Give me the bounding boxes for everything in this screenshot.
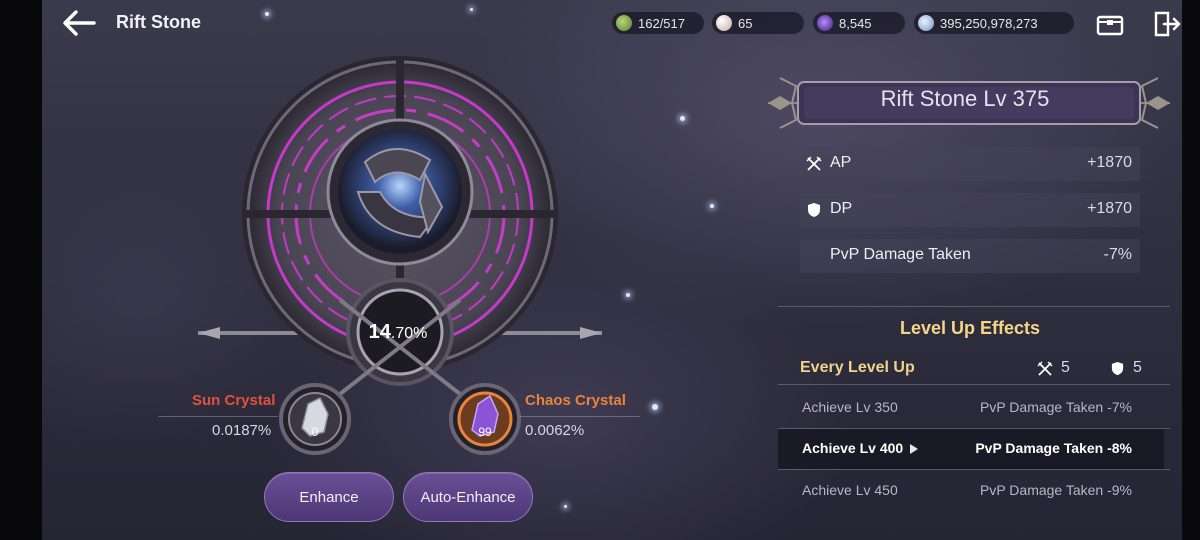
exit-button[interactable] [1150, 8, 1182, 40]
game-screen: Rift Stone 162/517 65 8,545 395,250,978,… [0, 0, 1200, 540]
exit-door-icon [1154, 11, 1181, 37]
row-divider [778, 469, 1170, 470]
chaos-crystal-name: Chaos Crystal [525, 392, 626, 409]
milestone-row[interactable]: Achieve Lv 350 PvP Damage Taken -7% [778, 388, 1164, 428]
stat-row-pvp-damage-taken: PvP Damage Taken -7% [800, 239, 1140, 273]
crystal-divider-left [158, 416, 278, 417]
stat-row-ap: AP +1870 [800, 147, 1140, 181]
shield-icon [808, 203, 820, 217]
section-divider [778, 306, 1170, 307]
screen-edge-left [0, 0, 42, 540]
stat-label-ap: AP [830, 154, 852, 171]
crystal-divider-right [520, 416, 640, 417]
every-level-up-label: Every Level Up [800, 359, 915, 376]
shield-icon [1111, 361, 1124, 376]
resource-energy-value: 162/517 [638, 15, 685, 31]
sun-crystal-name: Sun Crystal [192, 392, 276, 409]
stat-label-pvp: PvP Damage Taken [830, 246, 971, 263]
milestone-effect: PvP Damage Taken -9% [979, 482, 1132, 498]
stat-value-ap: +1870 [1087, 154, 1132, 171]
resource-dark-orbs: 8,545 [813, 12, 905, 34]
resource-dark-orbs-value: 8,545 [839, 15, 872, 31]
auto-enhance-button[interactable]: Auto-Enhance [403, 472, 533, 522]
resource-energy: 162/517 [612, 12, 704, 34]
every-level-ap: 5 [1061, 359, 1070, 376]
milestone-level: Achieve Lv 450 [802, 482, 898, 498]
star [265, 12, 269, 16]
milestone-effect: PvP Damage Taken -7% [979, 399, 1132, 415]
crossed-swords-icon [1037, 361, 1053, 376]
energy-icon [616, 15, 632, 31]
inventory-button[interactable] [1094, 8, 1126, 40]
milestone-level: Achieve Lv 400 [802, 440, 904, 456]
screen-edge-right [1182, 0, 1200, 540]
star [710, 204, 714, 208]
back-button[interactable] [60, 8, 98, 38]
chaos-crystal-slot[interactable] [451, 385, 519, 453]
sun-crystal-slot[interactable] [281, 385, 349, 453]
current-level-indicator-icon [910, 444, 918, 454]
dark-orb-icon [817, 15, 833, 31]
silver-coin-icon [918, 15, 934, 31]
star [564, 505, 567, 508]
chest-icon [1096, 15, 1124, 36]
panel-title: Rift Stone Lv 375 [880, 86, 1050, 111]
milestone-row-current[interactable]: Achieve Lv 400 PvP Damage Taken -8% [778, 429, 1164, 469]
page-title: Rift Stone [116, 12, 201, 32]
sun-crystal-rate: 0.0187% [212, 422, 272, 439]
stat-label-dp: DP [830, 200, 853, 217]
every-level-dp: 5 [1133, 359, 1142, 376]
resource-pearls-value: 65 [738, 15, 753, 31]
star [680, 116, 685, 121]
star [626, 293, 630, 297]
star [470, 8, 473, 11]
resource-pearls: 65 [712, 12, 804, 34]
success-rate-integer: 14 [368, 321, 391, 343]
row-divider [778, 384, 1170, 385]
chaos-crystal-rate: 0.0062% [525, 422, 585, 439]
milestone-row[interactable]: Achieve Lv 450 PvP Damage Taken -9% [778, 471, 1164, 511]
pearl-icon [716, 15, 732, 31]
success-rate-decimal: .70% [390, 325, 428, 342]
star [652, 404, 658, 410]
milestone-effect: PvP Damage Taken -8% [975, 440, 1132, 456]
crossed-swords-icon [806, 156, 822, 171]
level-up-title: Level Up Effects [899, 318, 1041, 338]
resource-silver-value: 395,250,978,273 [940, 15, 1038, 31]
stat-row-dp: DP +1870 [800, 193, 1140, 227]
milestone-level: Achieve Lv 350 [802, 399, 898, 415]
resource-silver: 395,250,978,273 [914, 12, 1074, 34]
stat-value-pvp: -7% [1103, 246, 1132, 263]
stat-value-dp: +1870 [1087, 200, 1132, 217]
success-rate: 14.70% [355, 310, 441, 354]
back-arrow-icon [63, 10, 96, 36]
enhance-button[interactable]: Enhance [264, 472, 394, 522]
